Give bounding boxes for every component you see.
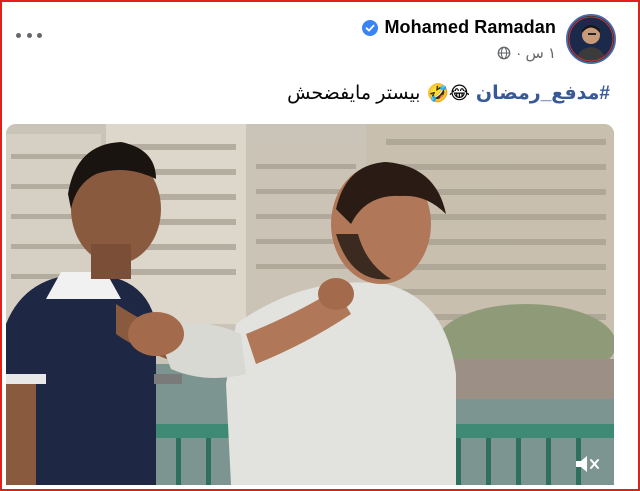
author-name[interactable]: Mohamed Ramadan (384, 17, 556, 38)
author-row: Mohamed Ramadan (362, 17, 556, 38)
facebook-post-card: Mohamed Ramadan ١ س · #مدفع_رمضان 😂🤣 بيس… (0, 0, 640, 491)
video-player[interactable] (6, 124, 614, 485)
post-meta: Mohamed Ramadan ١ س · (362, 14, 556, 62)
post-header: Mohamed Ramadan ١ س · (362, 14, 616, 64)
volume-muted-icon[interactable] (574, 453, 600, 475)
caption-text: بيستر مايفضحش (287, 83, 421, 104)
more-options-icon[interactable] (16, 28, 42, 42)
caption-emojis: 😂🤣 (426, 83, 470, 103)
hashtag-link[interactable]: #مدفع_رمضان (476, 82, 610, 105)
verified-badge-icon (362, 19, 379, 36)
post-timestamp[interactable]: ١ س · (516, 44, 556, 62)
avatar[interactable] (566, 14, 616, 64)
post-caption: #مدفع_رمضان 😂🤣 بيستر مايفضحش (287, 82, 610, 105)
globe-icon[interactable] (497, 46, 511, 60)
timestamp-row: ١ س · (497, 44, 556, 62)
video-frame (6, 124, 614, 485)
